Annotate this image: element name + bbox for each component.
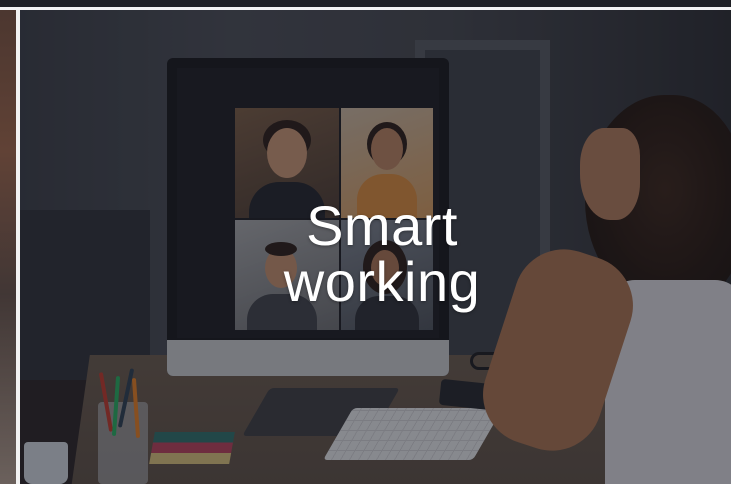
card-title-line-2: working (283, 250, 481, 313)
top-strip (0, 0, 731, 7)
previous-card-edge[interactable] (0, 10, 16, 484)
card-title-line-1: Smart (306, 194, 458, 257)
smart-working-card[interactable]: Smart working (20, 10, 731, 484)
card-title[interactable]: Smart working (20, 198, 731, 310)
